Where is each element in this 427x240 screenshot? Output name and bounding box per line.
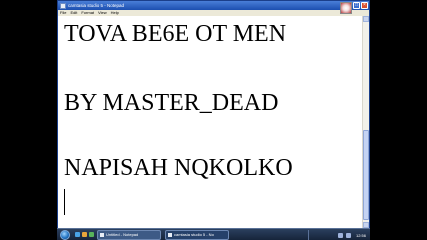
scroll-up-arrow-icon[interactable]: [363, 16, 369, 22]
notepad-icon: [168, 233, 172, 237]
maximize-button[interactable]: □: [353, 2, 360, 9]
clock[interactable]: 12:56: [354, 233, 368, 238]
vertical-scrollbar[interactable]: [362, 16, 369, 228]
document-line: NAPISAH NQKOLKO: [64, 155, 293, 181]
taskbar-item-label: Untitled - Notepad: [106, 232, 139, 237]
scrollbar-thumb[interactable]: [363, 130, 369, 220]
taskbar-item-untitled-notepad[interactable]: Untitled - Notepad: [97, 230, 161, 240]
document-line: BY MASTER_DEAD: [64, 90, 279, 116]
quicklaunch-browser-icon[interactable]: [75, 232, 80, 237]
text-caret: [64, 189, 65, 215]
system-tray: 12:56: [308, 230, 368, 240]
network-icon[interactable]: [337, 232, 343, 238]
document-line: TOVA BE6E OT MEN: [64, 21, 287, 47]
taskbar-item-label: camtasia studio 5 - No: [174, 232, 214, 237]
recording-indicator-icon: [340, 2, 352, 14]
taskbar-item-camtasia-notepad[interactable]: camtasia studio 5 - No: [165, 230, 229, 240]
notepad-icon: [60, 2, 66, 9]
taskbar: Untitled - Notepad camtasia studio 5 - N…: [57, 228, 370, 240]
start-orb-icon[interactable]: [60, 230, 70, 240]
volume-icon[interactable]: [345, 232, 351, 238]
desktop-screen: camtasia studio 5 - Notepad _ □ × File E…: [0, 0, 427, 240]
close-button[interactable]: ×: [361, 2, 368, 9]
text-editor-area[interactable]: TOVA BE6E OT MEN BY MASTER_DEAD NAPISAH …: [58, 16, 362, 228]
quicklaunch-folder-icon[interactable]: [82, 232, 87, 237]
notepad-icon: [100, 233, 104, 237]
quicklaunch-media-icon[interactable]: [89, 232, 94, 237]
notepad-window: camtasia studio 5 - Notepad _ □ × File E…: [57, 0, 370, 228]
title-bar[interactable]: camtasia studio 5 - Notepad _ □ ×: [58, 1, 369, 10]
window-title: camtasia studio 5 - Notepad: [68, 3, 125, 8]
